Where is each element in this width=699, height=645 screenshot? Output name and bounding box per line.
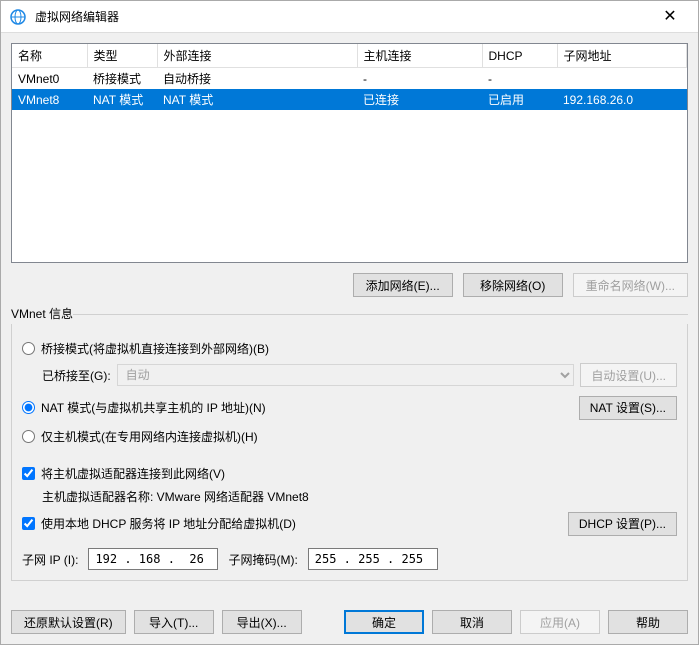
bridge-radio-label: 桥接模式(将虚拟机直接连接到外部网络)(B) bbox=[41, 340, 269, 357]
col-header-host[interactable]: 主机连接 bbox=[357, 44, 482, 68]
bridged-to-select: 自动 bbox=[117, 364, 575, 386]
bridged-to-label: 已桥接至(G): bbox=[42, 367, 111, 384]
cell-subnet bbox=[557, 68, 687, 90]
cell-subnet: 192.168.26.0 bbox=[557, 89, 687, 110]
restore-defaults-button[interactable]: 还原默认设置(R) bbox=[11, 610, 126, 634]
apply-button: 应用(A) bbox=[520, 610, 600, 634]
nat-radio-row[interactable]: NAT 模式(与虚拟机共享主机的 IP 地址)(N) bbox=[22, 399, 266, 416]
add-network-button[interactable]: 添加网络(E)... bbox=[353, 273, 453, 297]
col-header-subnet[interactable]: 子网地址 bbox=[557, 44, 687, 68]
cell-dhcp: - bbox=[482, 68, 557, 90]
cancel-button[interactable]: 取消 bbox=[432, 610, 512, 634]
table-header-row: 名称 类型 外部连接 主机连接 DHCP 子网地址 bbox=[12, 44, 687, 68]
nat-settings-button[interactable]: NAT 设置(S)... bbox=[579, 396, 677, 420]
connect-host-checkbox[interactable] bbox=[22, 467, 35, 480]
col-header-dhcp[interactable]: DHCP bbox=[482, 44, 557, 68]
connect-host-label: 将主机虚拟适配器连接到此网络(V) bbox=[41, 465, 225, 482]
remove-network-button[interactable]: 移除网络(O) bbox=[463, 273, 563, 297]
group-title: VMnet 信息 bbox=[11, 305, 73, 322]
table-row[interactable]: VMnet8 NAT 模式 NAT 模式 已连接 已启用 192.168.26.… bbox=[12, 89, 687, 110]
bridged-to-row: 已桥接至(G): 自动 自动设置(U)... bbox=[42, 363, 677, 387]
host-adapter-name: 主机虚拟适配器名称: VMware 网络适配器 VMnet8 bbox=[42, 488, 677, 505]
cell-host: - bbox=[357, 68, 482, 90]
use-dhcp-label: 使用本地 DHCP 服务将 IP 地址分配给虚拟机(D) bbox=[41, 515, 296, 532]
hostonly-radio-label: 仅主机模式(在专用网络内连接虚拟机)(H) bbox=[41, 428, 258, 445]
cell-type: 桥接模式 bbox=[87, 68, 157, 90]
col-header-type[interactable]: 类型 bbox=[87, 44, 157, 68]
titlebar: 虚拟网络编辑器 ✕ bbox=[1, 1, 698, 33]
nat-radio[interactable] bbox=[22, 401, 35, 414]
cell-host: 已连接 bbox=[357, 89, 482, 110]
subnet-ip-label: 子网 IP (I): bbox=[22, 551, 78, 568]
dhcp-settings-button[interactable]: DHCP 设置(P)... bbox=[568, 512, 677, 536]
subnet-ip-row: 子网 IP (I): 子网掩码(M): bbox=[22, 548, 677, 570]
help-button[interactable]: 帮助 bbox=[608, 610, 688, 634]
cell-dhcp: 已启用 bbox=[482, 89, 557, 110]
bridge-radio-row[interactable]: 桥接模式(将虚拟机直接连接到外部网络)(B) bbox=[22, 340, 677, 357]
cell-name: VMnet0 bbox=[12, 68, 87, 90]
window-title: 虚拟网络编辑器 bbox=[35, 8, 650, 25]
virtual-network-editor-window: 虚拟网络编辑器 ✕ 名称 类型 外部连接 主机连接 DHCP 子网地址 bbox=[0, 0, 699, 645]
hostonly-radio[interactable] bbox=[22, 430, 35, 443]
subnet-ip-input[interactable] bbox=[88, 548, 218, 570]
rename-network-button: 重命名网络(W)... bbox=[573, 273, 688, 297]
cell-name: VMnet8 bbox=[12, 89, 87, 110]
nat-radio-label: NAT 模式(与虚拟机共享主机的 IP 地址)(N) bbox=[41, 399, 266, 416]
col-header-ext[interactable]: 外部连接 bbox=[157, 44, 357, 68]
subnet-mask-input[interactable] bbox=[308, 548, 438, 570]
vmnet-info-group: VMnet 信息 桥接模式(将虚拟机直接连接到外部网络)(B) 已桥接至(G):… bbox=[11, 305, 688, 581]
close-button[interactable]: ✕ bbox=[650, 3, 690, 31]
bridge-radio[interactable] bbox=[22, 342, 35, 355]
cell-ext: 自动桥接 bbox=[157, 68, 357, 90]
connect-host-check-row[interactable]: 将主机虚拟适配器连接到此网络(V) bbox=[22, 465, 677, 482]
bottom-button-bar: 还原默认设置(R) 导入(T)... 导出(X)... 确定 取消 应用(A) … bbox=[1, 600, 698, 644]
subnet-mask-label: 子网掩码(M): bbox=[228, 551, 297, 568]
auto-settings-button: 自动设置(U)... bbox=[580, 363, 677, 387]
import-button[interactable]: 导入(T)... bbox=[134, 610, 214, 634]
network-table[interactable]: 名称 类型 外部连接 主机连接 DHCP 子网地址 VMnet0 桥接模式 自动… bbox=[11, 43, 688, 263]
table-row[interactable]: VMnet0 桥接模式 自动桥接 - - bbox=[12, 68, 687, 90]
app-icon bbox=[9, 8, 27, 26]
export-button[interactable]: 导出(X)... bbox=[222, 610, 302, 634]
content-area: 名称 类型 外部连接 主机连接 DHCP 子网地址 VMnet0 桥接模式 自动… bbox=[1, 33, 698, 600]
use-dhcp-checkbox[interactable] bbox=[22, 517, 35, 530]
col-header-name[interactable]: 名称 bbox=[12, 44, 87, 68]
table-buttons-row: 添加网络(E)... 移除网络(O) 重命名网络(W)... bbox=[11, 273, 688, 297]
cell-type: NAT 模式 bbox=[87, 89, 157, 110]
close-icon: ✕ bbox=[663, 9, 676, 25]
hostonly-radio-row[interactable]: 仅主机模式(在专用网络内连接虚拟机)(H) bbox=[22, 428, 677, 445]
cell-ext: NAT 模式 bbox=[157, 89, 357, 110]
use-dhcp-check-row[interactable]: 使用本地 DHCP 服务将 IP 地址分配给虚拟机(D) bbox=[22, 515, 296, 532]
ok-button[interactable]: 确定 bbox=[344, 610, 424, 634]
